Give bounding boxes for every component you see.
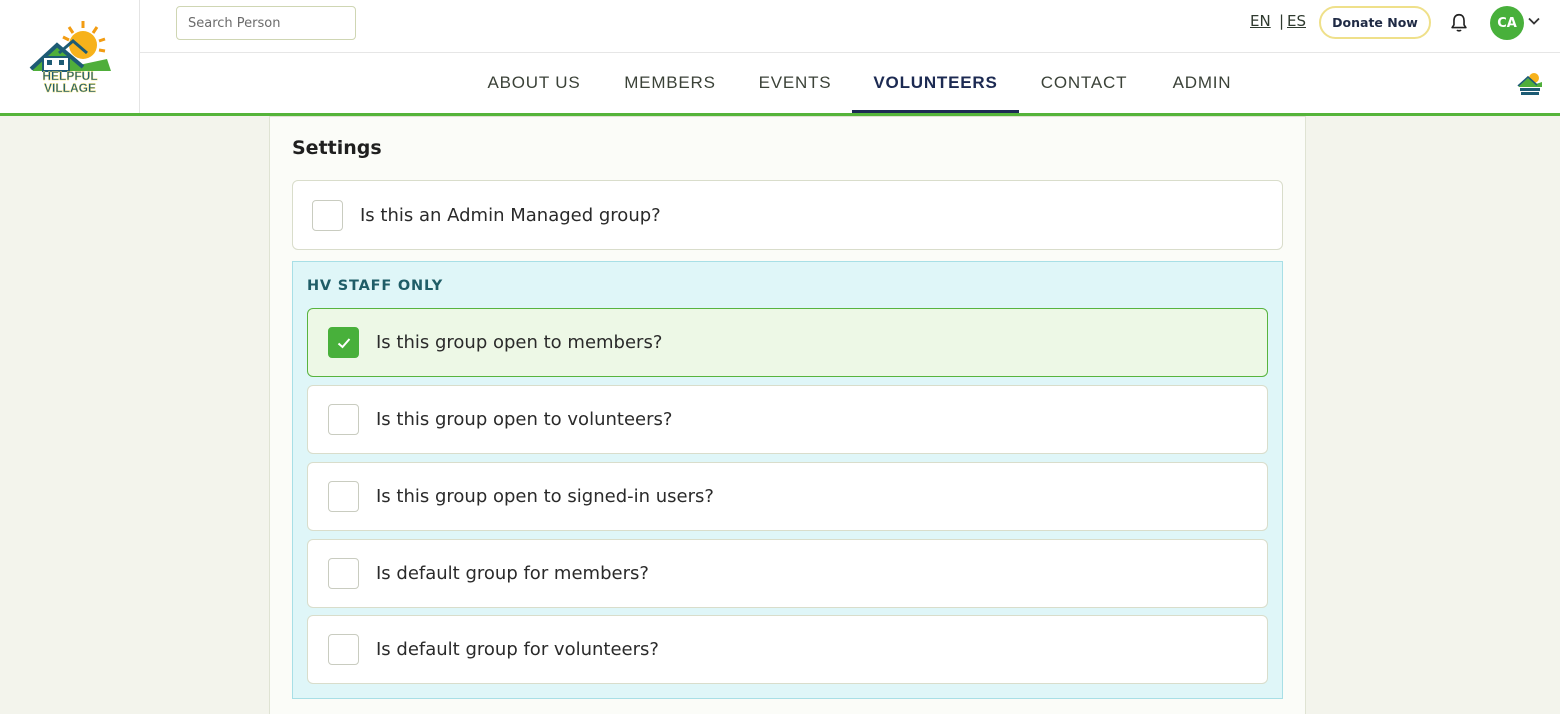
open-to-members-label: Is this group open to members? (376, 332, 663, 353)
default-group-volunteers-option[interactable]: Is default group for volunteers? (307, 615, 1268, 684)
main-nav: ABOUT US MEMBERS EVENTS VOLUNTEERS CONTA… (140, 53, 1560, 113)
nav-members[interactable]: MEMBERS (614, 53, 726, 113)
admin-managed-checkbox[interactable] (312, 199, 343, 231)
search-person-input[interactable] (176, 6, 356, 40)
default-group-members-option[interactable]: Is default group for members? (307, 539, 1268, 608)
open-to-members-checkbox[interactable] (328, 327, 359, 358)
open-to-signed-in-users-checkbox[interactable] (328, 481, 359, 512)
open-to-members-option[interactable]: Is this group open to members? (307, 308, 1268, 377)
language-en-link[interactable]: EN (1250, 12, 1271, 30)
app-header: HELPFUL VILLAGE EN | ES Donate Now CA AB… (0, 0, 1560, 116)
hv-staff-only-title: HV STAFF ONLY (307, 278, 444, 294)
open-to-volunteers-option[interactable]: Is this group open to volunteers? (307, 385, 1268, 454)
top-bar: EN | ES Donate Now CA (140, 0, 1560, 53)
language-separator: | (1279, 12, 1285, 30)
notification-bell-icon[interactable] (1448, 12, 1470, 34)
nav-admin[interactable]: ADMIN (1161, 53, 1243, 113)
default-group-members-checkbox[interactable] (328, 558, 359, 589)
default-group-volunteers-checkbox[interactable] (328, 634, 359, 665)
nav-about-us[interactable]: ABOUT US (474, 53, 594, 113)
open-to-volunteers-label: Is this group open to volunteers? (376, 409, 673, 430)
hv-staff-only-section: HV STAFF ONLY Is this group open to memb… (292, 261, 1283, 699)
open-to-volunteers-checkbox[interactable] (328, 404, 359, 435)
admin-managed-option[interactable]: Is this an Admin Managed group? (292, 180, 1283, 250)
nav-contact[interactable]: CONTACT (1029, 53, 1139, 113)
settings-title: Settings (292, 137, 382, 159)
open-to-signed-in-users-option[interactable]: Is this group open to signed-in users? (307, 462, 1268, 531)
helpful-village-logo-icon: HELPFUL VILLAGE (29, 20, 111, 95)
logo[interactable]: HELPFUL VILLAGE (0, 0, 140, 113)
admin-managed-label: Is this an Admin Managed group? (360, 204, 661, 226)
default-group-volunteers-label: Is default group for volunteers? (376, 639, 659, 660)
default-group-members-label: Is default group for members? (376, 563, 649, 584)
nav-events[interactable]: EVENTS (749, 53, 841, 113)
checkmark-icon (337, 337, 350, 348)
chevron-down-icon[interactable] (1527, 14, 1541, 28)
settings-card: Settings Is this an Admin Managed group?… (269, 116, 1306, 714)
small-logo-icon (1517, 73, 1542, 95)
donate-now-button[interactable]: Donate Now (1319, 6, 1431, 39)
language-es-link[interactable]: ES (1287, 12, 1306, 30)
open-to-signed-in-users-label: Is this group open to signed-in users? (376, 486, 714, 507)
nav-volunteers[interactable]: VOLUNTEERS (852, 53, 1019, 113)
logo-text-village: VILLAGE (43, 81, 95, 95)
user-avatar[interactable]: CA (1490, 6, 1524, 40)
